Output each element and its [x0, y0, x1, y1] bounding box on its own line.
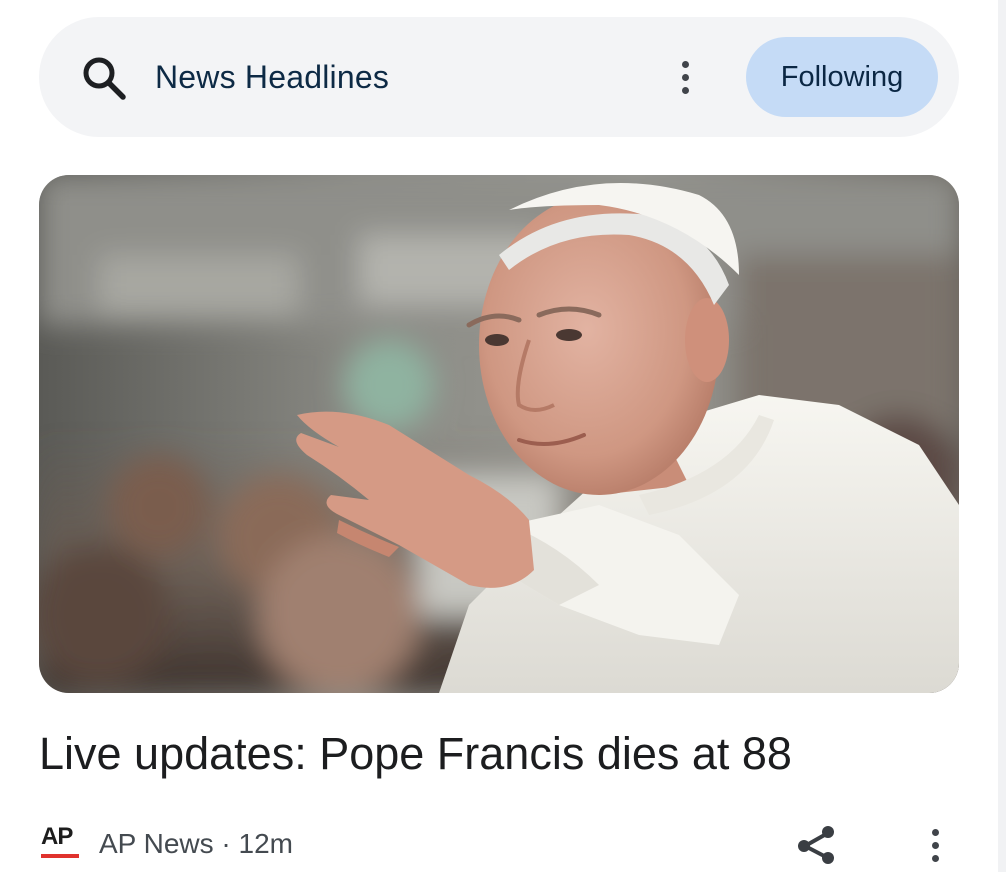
- source-name: AP News: [99, 828, 214, 859]
- more-vertical-icon: [931, 828, 939, 836]
- topic-header: News Headlines Following: [39, 17, 959, 137]
- more-vertical-icon: [681, 60, 689, 68]
- search-icon[interactable]: [81, 55, 127, 101]
- article-age: 12m: [238, 828, 293, 859]
- scroll-edge: [998, 0, 1006, 872]
- share-icon[interactable]: [795, 822, 839, 866]
- ap-logo-text: AP: [41, 823, 73, 850]
- article-headline[interactable]: Live updates: Pope Francis dies at 88: [39, 724, 959, 784]
- source-meta: AP News · 12m: [99, 826, 293, 862]
- following-button[interactable]: Following: [746, 37, 938, 117]
- ap-logo-bar: [41, 854, 79, 858]
- article-source-row: AP AP News · 12m: [39, 818, 959, 872]
- news-page: News Headlines Following Live updates: P…: [0, 0, 1006, 872]
- page-title: News Headlines: [155, 59, 390, 95]
- ap-logo: AP: [41, 824, 81, 866]
- meta-separator: ·: [221, 828, 239, 859]
- article-image[interactable]: [39, 175, 959, 693]
- article-more-button[interactable]: [921, 822, 949, 868]
- header-more-button[interactable]: [669, 53, 701, 101]
